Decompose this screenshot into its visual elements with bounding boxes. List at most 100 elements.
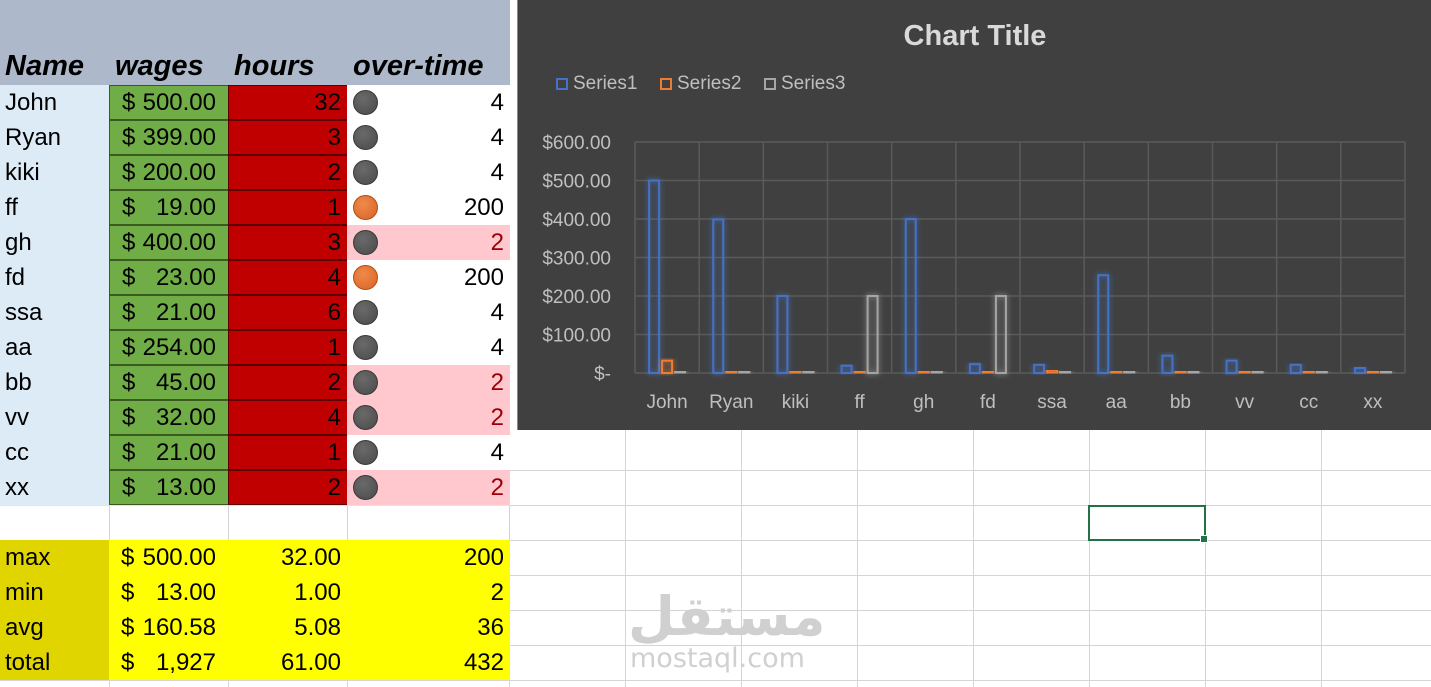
hours-cell[interactable]: 2: [228, 365, 348, 400]
stat-hours-cell[interactable]: 61.00: [228, 645, 347, 680]
hours-cell[interactable]: 32: [228, 85, 348, 120]
header-name[interactable]: Name: [5, 40, 109, 85]
name-cell[interactable]: John: [0, 85, 109, 120]
x-tick-label: ff: [854, 392, 865, 413]
wage-cell[interactable]: $32.00: [109, 400, 229, 435]
name-cell[interactable]: gh: [0, 225, 109, 260]
currency-symbol: $: [121, 613, 135, 641]
currency-symbol: $: [122, 263, 136, 291]
name-cell[interactable]: Ryan: [0, 120, 109, 155]
overtime-value: 2: [490, 368, 504, 396]
wage-amount: 21.00: [155, 298, 216, 326]
name-cell[interactable]: ssa: [0, 295, 109, 330]
stat-overtime-cell[interactable]: 432: [347, 645, 510, 680]
stat-wage-cell[interactable]: $13.00: [109, 575, 228, 610]
hours-cell[interactable]: 3: [228, 225, 348, 260]
header-overtime[interactable]: over-time: [353, 40, 510, 85]
overtime-value: 2: [490, 228, 504, 256]
name-cell[interactable]: ff: [0, 190, 109, 225]
name-cell[interactable]: fd: [0, 260, 109, 295]
wage-cell[interactable]: $21.00: [109, 295, 229, 330]
wage-amount: 200.00: [142, 158, 216, 186]
name-cell[interactable]: bb: [0, 365, 109, 400]
hours-cell[interactable]: 4: [228, 260, 348, 295]
stat-label-cell[interactable]: total: [0, 645, 109, 680]
empty-cell[interactable]: [0, 505, 109, 540]
plot-area: $- $100.00 $200.00 $300.00 $400.00 $500.00 $60…: [542, 133, 1406, 413]
stat-hours-cell[interactable]: 32.00: [228, 540, 347, 575]
hours-cell[interactable]: 1: [228, 330, 348, 365]
wage-cell[interactable]: $400.00: [109, 225, 229, 260]
name-cell[interactable]: aa: [0, 330, 109, 365]
bar-series1-ff: [840, 364, 853, 374]
name-cell[interactable]: xx: [0, 470, 109, 505]
hours-cell[interactable]: 4: [228, 400, 348, 435]
hours-cell[interactable]: 2: [228, 470, 348, 505]
hours-cell[interactable]: 1: [228, 435, 348, 470]
stat-wage-cell[interactable]: $1,927: [109, 645, 228, 680]
wage-cell[interactable]: $254.00: [109, 330, 229, 365]
stat-wage-amount: 13.00: [155, 578, 216, 606]
y-tick-label: $100.00: [542, 326, 611, 347]
status-circle-gray-icon: [353, 125, 378, 150]
wage-cell[interactable]: $200.00: [109, 155, 229, 190]
selected-cell[interactable]: [1088, 505, 1208, 543]
name-cell[interactable]: cc: [0, 435, 109, 470]
stat-hours-cell[interactable]: 5.08: [228, 610, 347, 645]
stat-overtime-cell[interactable]: 200: [347, 540, 510, 575]
stat-wage-amount: 500.00: [142, 543, 216, 571]
overtime-cell[interactable]: 4: [347, 330, 510, 365]
x-tick-label: bb: [1170, 392, 1191, 413]
hours-cell[interactable]: 2: [228, 155, 348, 190]
wage-cell[interactable]: $19.00: [109, 190, 229, 225]
bar-series2-aa: [1110, 370, 1123, 374]
wage-amount: 254.00: [142, 333, 216, 361]
wage-cell[interactable]: $13.00: [109, 470, 229, 505]
header-wages[interactable]: wages: [115, 40, 228, 85]
wage-cell[interactable]: $45.00: [109, 365, 229, 400]
stat-wage-cell[interactable]: $500.00: [109, 540, 228, 575]
hours-cell[interactable]: 6: [228, 295, 348, 330]
stat-label-cell[interactable]: avg: [0, 610, 109, 645]
chart[interactable]: Chart Title Series1 Series2 Series3 $- $1…: [517, 0, 1431, 430]
bar-series2-Ryan: [725, 370, 738, 374]
bar-series2-vv: [1238, 370, 1251, 374]
wage-cell[interactable]: $399.00: [109, 120, 229, 155]
stat-hours-cell[interactable]: 1.00: [228, 575, 347, 610]
overtime-cell[interactable]: 2: [347, 400, 510, 435]
header-hours[interactable]: hours: [234, 40, 347, 85]
stat-overtime-cell[interactable]: 2: [347, 575, 510, 610]
bar-series1-John: [648, 179, 661, 374]
bar-series3-John: [674, 370, 687, 374]
bar-series1-bb: [1161, 354, 1174, 374]
wage-cell[interactable]: $500.00: [109, 85, 229, 120]
fill-handle[interactable]: [1200, 535, 1208, 543]
name-cell[interactable]: vv: [0, 400, 109, 435]
currency-symbol: $: [122, 158, 136, 186]
wage-cell[interactable]: $21.00: [109, 435, 229, 470]
stat-wage-cell[interactable]: $160.58: [109, 610, 228, 645]
overtime-value: 4: [490, 333, 504, 361]
name-cell[interactable]: kiki: [0, 155, 109, 190]
hours-cell[interactable]: 1: [228, 190, 348, 225]
wage-cell[interactable]: $23.00: [109, 260, 229, 295]
overtime-cell[interactable]: 200: [347, 190, 510, 225]
currency-symbol: $: [122, 333, 136, 361]
overtime-cell[interactable]: 200: [347, 260, 510, 295]
overtime-cell[interactable]: 4: [347, 120, 510, 155]
y-tick-label: $200.00: [542, 287, 611, 308]
overtime-cell[interactable]: 2: [347, 365, 510, 400]
overtime-cell[interactable]: 4: [347, 435, 510, 470]
overtime-cell[interactable]: 4: [347, 295, 510, 330]
stat-label-cell[interactable]: max: [0, 540, 109, 575]
overtime-cell[interactable]: 2: [347, 225, 510, 260]
currency-symbol: $: [122, 123, 136, 151]
currency-symbol: $: [122, 473, 136, 501]
y-tick-label: $500.00: [542, 172, 611, 193]
stat-overtime-cell[interactable]: 36: [347, 610, 510, 645]
overtime-cell[interactable]: 2: [347, 470, 510, 505]
overtime-cell[interactable]: 4: [347, 155, 510, 190]
stat-label-cell[interactable]: min: [0, 575, 109, 610]
overtime-cell[interactable]: 4: [347, 85, 510, 120]
hours-cell[interactable]: 3: [228, 120, 348, 155]
